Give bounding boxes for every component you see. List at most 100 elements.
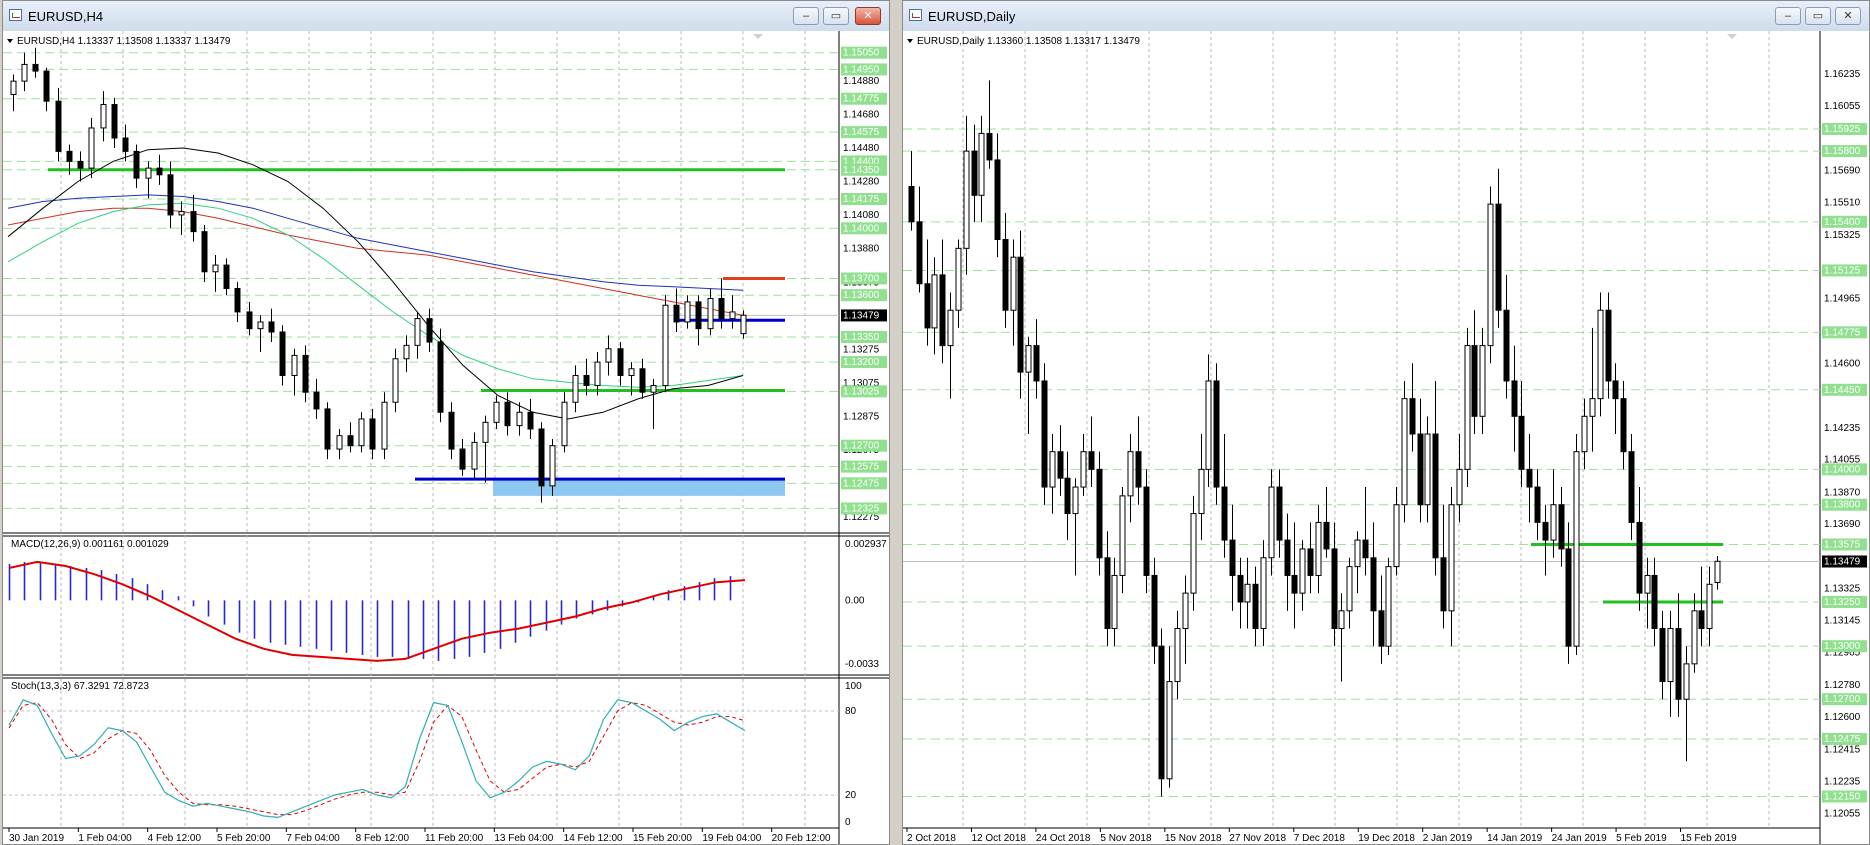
daily-y-tick-label: 1.15325	[1824, 230, 1861, 241]
daily-close-button[interactable]: ✕	[1835, 7, 1861, 25]
macd-y-tick-label: -0.0033	[845, 659, 879, 670]
daily-x-tick-label: 24 Oct 2018	[1036, 833, 1091, 844]
candle-body	[561, 401, 568, 447]
candle-body	[1346, 566, 1353, 612]
daily-y-tick-label: 1.15510	[1824, 197, 1861, 208]
daily-y-tick-label: 1.13690	[1824, 519, 1861, 530]
candle-body	[448, 411, 455, 450]
candle-body	[527, 411, 534, 430]
candle-body	[1331, 548, 1338, 630]
candle-body	[971, 150, 978, 196]
candle-body	[313, 391, 320, 410]
h4-close-button[interactable]: ✕	[855, 7, 881, 25]
daily-minimize-button[interactable]: –	[1775, 7, 1801, 25]
candle-body	[133, 150, 140, 179]
candle-body	[88, 127, 95, 169]
h4-restore-button[interactable]: ▭	[823, 7, 849, 25]
level-price-label: 1.12325	[843, 503, 880, 514]
candle-body	[1276, 486, 1283, 541]
candle-body	[1612, 380, 1619, 400]
candle-body	[1111, 574, 1118, 629]
stoch-y-tick-label: 100	[845, 681, 862, 692]
level-price-label: 1.12700	[1824, 694, 1861, 705]
level-price-label: 1.13350	[843, 332, 880, 343]
daily-y-tick-label: 1.13145	[1824, 616, 1861, 627]
candle-body	[695, 301, 702, 330]
h4-y-tick-label: 1.14480	[843, 143, 880, 154]
candle-body	[32, 63, 39, 72]
daily-titlebar[interactable]: EURUSD,Daily – ▭ ✕	[903, 1, 1869, 32]
candle-body	[403, 344, 410, 360]
h4-x-tick-label: 1 Feb 04:00	[78, 833, 132, 844]
daily-y-tick-label: 1.12235	[1824, 776, 1861, 787]
candle-body	[1651, 574, 1658, 629]
level-price-label: 1.12150	[1824, 791, 1861, 802]
candle-body	[1158, 645, 1165, 780]
h4-minimize-button[interactable]: –	[793, 7, 819, 25]
daily-x-tick-label: 12 Oct 2018	[971, 833, 1026, 844]
candle-body	[1432, 433, 1439, 559]
candle-body	[178, 211, 185, 216]
daily-x-tick-label: 19 Dec 2018	[1358, 833, 1415, 844]
h4-y-tick-label: 1.14680	[843, 110, 880, 121]
candle-body	[684, 301, 691, 323]
candle-body	[1448, 504, 1455, 612]
candle-body	[302, 354, 309, 393]
level-price-label: 1.14775	[843, 94, 880, 105]
candle-body	[1683, 663, 1690, 700]
h4-chart-canvas[interactable]: 1.14880 1.14680 1.14480 1.14280 1.14080 1.138…	[3, 31, 889, 844]
daily-window-title: EURUSD,Daily	[928, 9, 1016, 24]
candle-body	[1620, 398, 1627, 453]
daily-y-tick-label: 1.16235	[1824, 69, 1861, 80]
daily-x-tick-label: 2 Jan 2019	[1423, 833, 1473, 844]
daily-y-tick-label: 1.14235	[1824, 423, 1861, 434]
macd-y-tick-label: 0.002937	[845, 539, 887, 550]
h4-x-tick-label: 30 Jan 2019	[9, 833, 64, 844]
candle-body	[1002, 239, 1009, 311]
candle-body	[1229, 539, 1236, 576]
stoch-y-tick-label: 0	[845, 817, 851, 828]
h4-titlebar[interactable]: EURUSD,H4 – ▭ ✕	[3, 1, 889, 32]
daily-y-tick-label: 1.13870	[1824, 487, 1861, 498]
level-price-label: 1.12700	[843, 441, 880, 452]
stoch-y-tick-label: 80	[845, 706, 857, 717]
candle-body	[392, 358, 399, 403]
candle-body	[55, 100, 62, 152]
daily-chart-canvas[interactable]: 1.16235 1.16055 1.15690 1.15510 1.15325 1.149…	[903, 31, 1869, 844]
daily-x-tick-label: 15 Feb 2019	[1681, 833, 1738, 844]
daily-x-tick-label: 27 Nov 2018	[1229, 833, 1286, 844]
candle-body	[994, 159, 1001, 241]
candle-body	[1166, 681, 1173, 780]
daily-x-tick-label: 24 Jan 2019	[1552, 833, 1607, 844]
level-price-label: 1.12575	[843, 462, 880, 473]
candle-body	[43, 70, 50, 102]
daily-y-tick-label: 1.12055	[1824, 808, 1861, 819]
candle-body	[1424, 433, 1431, 506]
candle-body	[583, 374, 590, 387]
candle-body	[324, 408, 331, 450]
candle-body	[145, 167, 152, 179]
candle-body	[617, 348, 624, 376]
h4-chart-window[interactable]: EURUSD,H4 – ▭ ✕ 1.14880 1.14680 1.14480 1.1…	[2, 0, 890, 845]
level-price-label: 1.14450	[1824, 385, 1861, 396]
h4-ohlc-header: EURUSD,H4 1.13337 1.13508 1.13337 1.1347…	[17, 36, 231, 47]
candle-body	[1291, 574, 1298, 594]
candle-body	[931, 274, 938, 329]
candle-body	[1237, 574, 1244, 603]
candle-body	[1338, 610, 1345, 629]
level-price-label: 1.15800	[1824, 146, 1861, 157]
level-price-label: 1.15050	[843, 48, 880, 59]
daily-chart-window[interactable]: EURUSD,Daily – ▭ ✕ 1.16235 1.16055 1.15690…	[902, 0, 1870, 845]
level-price-label: 1.14350	[843, 165, 880, 176]
candle-body	[729, 311, 736, 320]
candle-body	[538, 428, 545, 487]
candle-body	[1244, 583, 1251, 603]
candle-body	[1378, 610, 1385, 647]
candle-body	[381, 401, 388, 450]
level-price-label: 1.13025	[843, 386, 880, 397]
daily-restore-button[interactable]: ▭	[1805, 7, 1831, 25]
candle-body	[1135, 451, 1142, 488]
candle-body	[234, 288, 241, 313]
candle-body	[1252, 583, 1259, 630]
daily-ohlc-header: EURUSD,Daily 1.13360 1.13508 1.13317 1.1…	[917, 36, 1140, 47]
